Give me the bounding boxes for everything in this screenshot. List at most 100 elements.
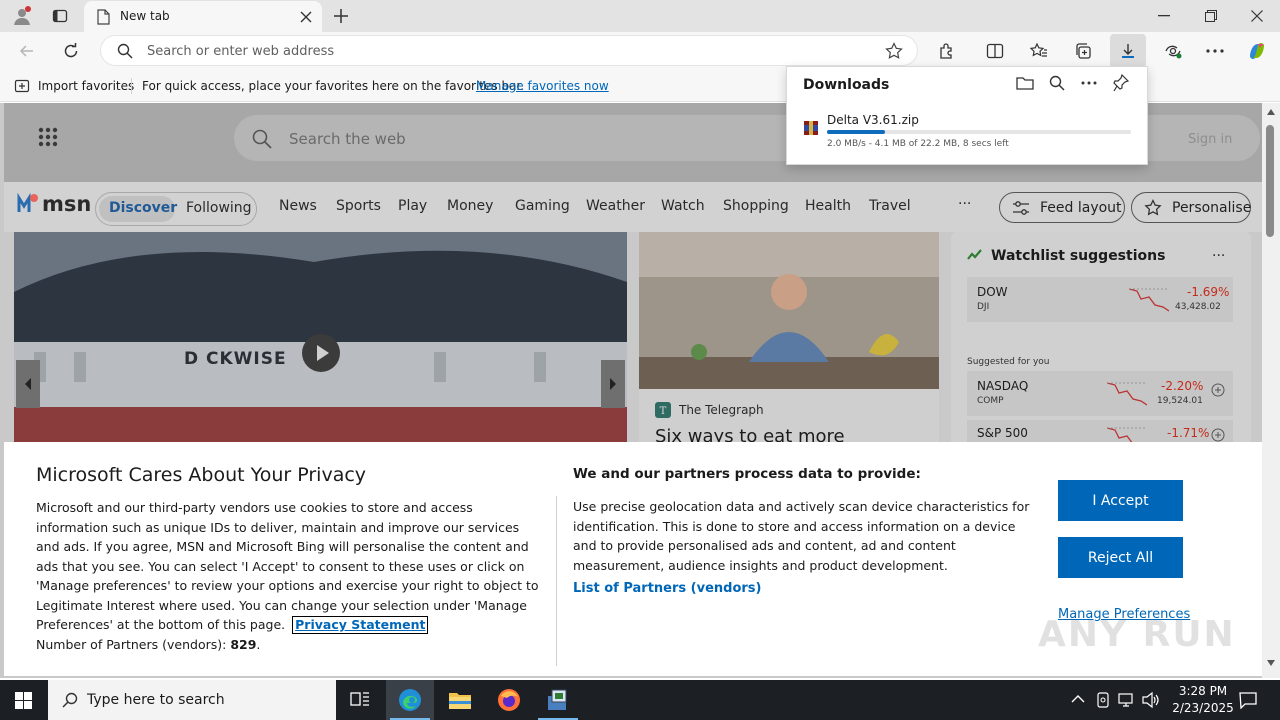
- stock-row-nasdaq[interactable]: NASDAQ COMP -2.20% 19,524.01: [967, 371, 1233, 416]
- hero-carousel[interactable]: D CKWISE: [14, 232, 627, 447]
- apps-grid-icon[interactable]: [38, 127, 58, 147]
- scrollbar-thumb[interactable]: [1266, 125, 1274, 237]
- favorites-icon[interactable]: [1024, 36, 1054, 66]
- taskbar-search-box[interactable]: Type here to search: [48, 680, 336, 720]
- open-folder-icon[interactable]: [1016, 75, 1034, 91]
- task-view-icon[interactable]: [350, 691, 370, 709]
- personalise-button[interactable]: Personalise: [1131, 192, 1251, 223]
- more-options-icon[interactable]: [1081, 81, 1097, 85]
- favorite-star-icon[interactable]: [885, 42, 903, 60]
- partners-count: 829: [230, 636, 257, 652]
- split-screen-icon[interactable]: [980, 36, 1010, 66]
- restore-icon[interactable]: [1205, 10, 1217, 22]
- edge-taskbar-button[interactable]: [386, 680, 434, 720]
- stock-change: -2.20%: [1161, 379, 1204, 393]
- address-input[interactable]: [147, 42, 847, 60]
- nav-travel[interactable]: Travel: [869, 198, 911, 214]
- taskbar: Type here to search 3:28 PM 2/23/2025: [0, 680, 1280, 720]
- back-icon[interactable]: [12, 36, 42, 66]
- tab-discover[interactable]: Discover: [109, 200, 177, 216]
- nav-weather[interactable]: Weather: [586, 198, 645, 214]
- profile-icon[interactable]: [12, 6, 32, 26]
- browser-essentials-icon[interactable]: [1158, 36, 1188, 66]
- feed-layout-label: Feed layout: [1040, 199, 1122, 216]
- tab-actions-icon[interactable]: [52, 8, 68, 24]
- msn-search-placeholder: Search the web: [289, 130, 406, 148]
- download-progress-track: [827, 130, 1131, 134]
- minimize-icon[interactable]: [1158, 15, 1170, 17]
- list-of-partners-link[interactable]: List of Partners (vendors): [573, 581, 761, 596]
- downloads-button[interactable]: [1110, 34, 1146, 68]
- scroll-up-icon[interactable]: [1267, 109, 1275, 115]
- nav-watch[interactable]: Watch: [661, 198, 705, 214]
- nav-news[interactable]: News: [279, 198, 317, 214]
- privacy-consent-dialog: Microsoft Cares About Your Privacy Micro…: [4, 442, 1262, 676]
- tab-following[interactable]: Following: [186, 200, 252, 216]
- scroll-down-icon[interactable]: [1267, 660, 1275, 666]
- watchlist-more-button[interactable]: ···: [1212, 248, 1225, 264]
- play-video-button[interactable]: [302, 334, 340, 372]
- privacy-statement-link-frame: Privacy Statement: [292, 616, 429, 634]
- extensions-icon[interactable]: [932, 36, 962, 66]
- windows-start-icon[interactable]: [15, 692, 32, 709]
- import-favorites-button[interactable]: Import favorites: [38, 79, 134, 93]
- page-scrollbar[interactable]: [1262, 103, 1280, 678]
- add-to-watchlist-icon[interactable]: [1211, 428, 1225, 442]
- privacy-statement-link[interactable]: Privacy Statement: [295, 617, 425, 632]
- import-icon: [14, 78, 30, 94]
- divider: [131, 78, 132, 94]
- clock-date[interactable]: 2/23/2025: [1170, 701, 1236, 715]
- manage-favorites-link[interactable]: Manage favorites now: [476, 79, 609, 93]
- new-tab-icon[interactable]: [333, 8, 349, 24]
- close-tab-icon[interactable]: [300, 11, 312, 23]
- nav-play[interactable]: Play: [398, 198, 427, 214]
- copilot-icon[interactable]: [1242, 36, 1272, 66]
- carousel-next-button[interactable]: [601, 360, 625, 408]
- nav-shopping[interactable]: Shopping: [723, 198, 789, 214]
- nav-more-button[interactable]: ···: [958, 196, 971, 212]
- collections-icon[interactable]: [1068, 36, 1098, 66]
- article-card[interactable]: T The Telegraph Six ways to eat more: [639, 232, 939, 447]
- stock-value: 19,524.01: [1157, 396, 1203, 406]
- stock-row-dow[interactable]: DOW DJI -1.69% 43,428.02: [967, 277, 1233, 322]
- anyrun-watermark: ANY RUN: [1038, 614, 1236, 655]
- nav-health[interactable]: Health: [805, 198, 851, 214]
- reject-all-button[interactable]: Reject All: [1058, 537, 1183, 578]
- clock-time[interactable]: 3:28 PM: [1174, 684, 1232, 698]
- settings-more-icon[interactable]: [1200, 36, 1230, 66]
- file-explorer-icon[interactable]: [448, 689, 472, 711]
- download-icon: [1119, 42, 1137, 60]
- search-icon: [252, 129, 272, 149]
- feed-layout-button[interactable]: Feed layout: [999, 192, 1125, 223]
- accept-button[interactable]: I Accept: [1058, 480, 1183, 521]
- msn-logo-icon[interactable]: [16, 192, 40, 216]
- sign-in-button[interactable]: Sign in: [1188, 132, 1232, 147]
- tab-new-tab[interactable]: New tab: [84, 1, 322, 32]
- nav-sports[interactable]: Sports: [336, 198, 381, 214]
- device-icon[interactable]: [1096, 692, 1110, 708]
- refresh-icon[interactable]: [56, 36, 86, 66]
- personalise-label: Personalise: [1172, 199, 1252, 216]
- volume-icon[interactable]: [1142, 692, 1160, 708]
- stock-symbol: COMP: [977, 396, 1004, 406]
- address-bar[interactable]: [100, 35, 918, 66]
- ship-name-text: D CKWISE: [184, 349, 287, 369]
- partners-label: Number of Partners (vendors):: [36, 636, 227, 652]
- show-hidden-icons[interactable]: [1071, 694, 1085, 704]
- search-downloads-icon[interactable]: [1049, 75, 1065, 91]
- installer-taskbar-button[interactable]: [534, 680, 582, 720]
- download-status: 2.0 MB/s - 4.1 MB of 22.2 MB, 8 secs lef…: [827, 139, 1009, 149]
- network-icon[interactable]: [1118, 692, 1136, 708]
- installer-app-icon: [548, 689, 567, 710]
- add-to-watchlist-icon[interactable]: [1211, 383, 1225, 397]
- nav-money[interactable]: Money: [447, 198, 493, 214]
- nav-gaming[interactable]: Gaming: [515, 198, 570, 214]
- close-window-icon[interactable]: [1251, 10, 1263, 22]
- notifications-icon[interactable]: [1239, 691, 1257, 709]
- pin-icon[interactable]: [1113, 74, 1129, 92]
- personalise-icon: [1144, 198, 1162, 217]
- firefox-icon[interactable]: [497, 688, 521, 712]
- chevron-left-icon: [25, 378, 31, 390]
- download-file-name[interactable]: Delta V3.61.zip: [827, 113, 919, 127]
- carousel-prev-button[interactable]: [16, 360, 40, 408]
